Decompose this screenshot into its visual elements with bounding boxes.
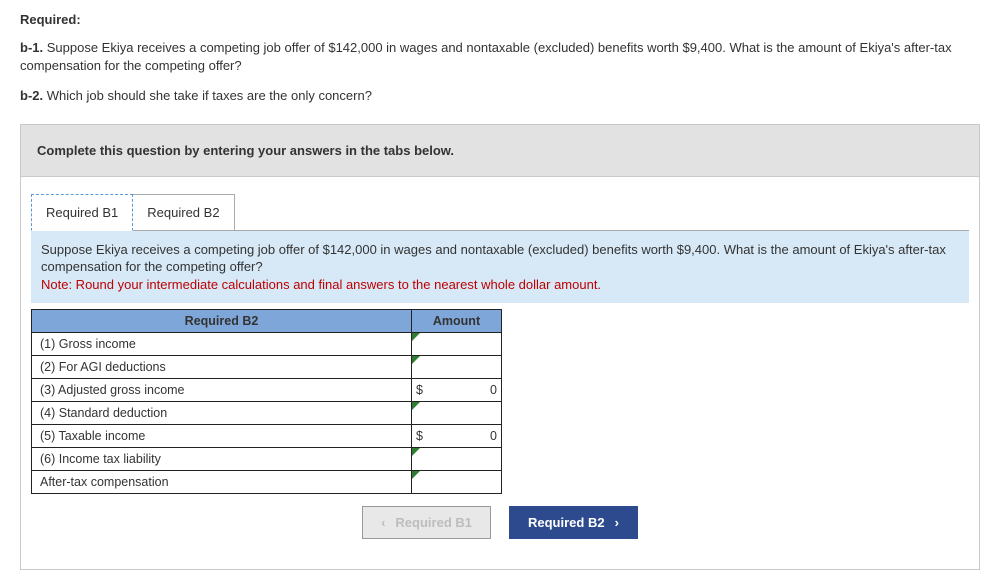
- nav-row: ‹ Required B1 Required B2 ›: [31, 494, 969, 555]
- amount-cell[interactable]: [412, 471, 502, 494]
- row-label: (3) Adjusted gross income: [32, 379, 412, 402]
- table-row: (6) Income tax liability: [32, 448, 502, 471]
- table-row: (1) Gross income: [32, 333, 502, 356]
- tab-required-b1[interactable]: Required B1: [31, 194, 133, 231]
- amount-value: 0: [423, 383, 497, 397]
- cell-flag-icon: [412, 402, 420, 410]
- amount-cell[interactable]: [412, 356, 502, 379]
- table-row: After-tax compensation: [32, 471, 502, 494]
- instruction-bar: Complete this question by entering your …: [21, 125, 979, 177]
- cell-flag-icon: [412, 333, 420, 341]
- currency-symbol: $: [416, 429, 423, 443]
- table-row: (2) For AGI deductions: [32, 356, 502, 379]
- next-button-label: Required B2: [528, 515, 605, 530]
- tabs-row: Required B1 Required B2: [21, 177, 979, 230]
- currency-symbol: $: [416, 383, 423, 397]
- amount-cell[interactable]: [412, 402, 502, 425]
- prev-button: ‹ Required B1: [362, 506, 491, 539]
- required-heading: Required:: [20, 12, 982, 27]
- row-label: After-tax compensation: [32, 471, 412, 494]
- table-row: (5) Taxable income $ 0: [32, 425, 502, 448]
- tab-required-b2[interactable]: Required B2: [133, 194, 234, 231]
- chevron-right-icon: ›: [615, 515, 619, 530]
- panel-prompt: Suppose Ekiya receives a competing job o…: [31, 231, 969, 304]
- row-label: (5) Taxable income: [32, 425, 412, 448]
- panel-note: Note: Round your intermediate calculatio…: [41, 277, 601, 292]
- row-label: (6) Income tax liability: [32, 448, 412, 471]
- amount-cell[interactable]: [412, 333, 502, 356]
- tab-panel-b1: Suppose Ekiya receives a competing job o…: [31, 230, 969, 556]
- calc-table: Required B2 Amount (1) Gross income: [31, 309, 502, 494]
- col-header-label: Required B2: [32, 310, 412, 333]
- question-b2-label: b-2.: [20, 88, 43, 103]
- chevron-left-icon: ‹: [381, 515, 385, 530]
- amount-cell[interactable]: $ 0: [412, 425, 502, 448]
- cell-flag-icon: [412, 471, 420, 479]
- cell-flag-icon: [412, 448, 420, 456]
- question-b1: b-1. Suppose Ekiya receives a competing …: [20, 39, 982, 75]
- question-b1-label: b-1.: [20, 40, 43, 55]
- row-label: (1) Gross income: [32, 333, 412, 356]
- amount-cell[interactable]: $ 0: [412, 379, 502, 402]
- amount-cell[interactable]: [412, 448, 502, 471]
- table-row: (3) Adjusted gross income $ 0: [32, 379, 502, 402]
- question-b1-text: Suppose Ekiya receives a competing job o…: [20, 40, 952, 73]
- next-button[interactable]: Required B2 ›: [509, 506, 638, 539]
- table-row: (4) Standard deduction: [32, 402, 502, 425]
- question-b2-text: Which job should she take if taxes are t…: [47, 88, 372, 103]
- row-label: (4) Standard deduction: [32, 402, 412, 425]
- question-b2: b-2. Which job should she take if taxes …: [20, 87, 982, 105]
- panel-prompt-text: Suppose Ekiya receives a competing job o…: [41, 242, 946, 275]
- col-header-amount: Amount: [412, 310, 502, 333]
- prev-button-label: Required B1: [395, 515, 472, 530]
- row-label: (2) For AGI deductions: [32, 356, 412, 379]
- amount-value: 0: [423, 429, 497, 443]
- answer-container: Complete this question by entering your …: [20, 124, 980, 571]
- cell-flag-icon: [412, 356, 420, 364]
